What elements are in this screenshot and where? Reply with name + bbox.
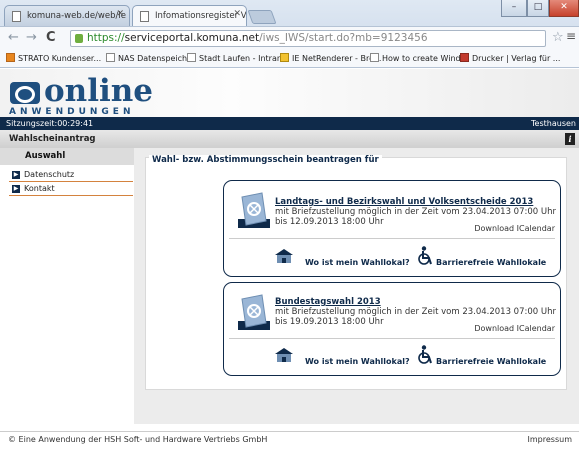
wheelchair-icon <box>418 345 432 364</box>
minimize-button[interactable]: – <box>501 0 527 17</box>
url-host: serviceportal.komuna.net <box>124 32 260 44</box>
browser-toolbar: ← → C https://serviceportal.komuna.net/i… <box>0 26 579 50</box>
tab-label: komuna-web.de/web/le <box>27 11 126 21</box>
arrow-right-icon: ▶ <box>12 171 20 179</box>
election-card: Bundestagswahl 2013 mit Briefzustellung … <box>223 282 561 376</box>
election-title-link[interactable]: Bundestagswahl 2013 <box>275 297 381 307</box>
download-icalendar-link[interactable]: Download ICalendar <box>474 224 555 233</box>
bookmark-icon <box>6 53 15 62</box>
info-icon[interactable]: i <box>565 133 575 145</box>
wahllokal-link[interactable]: Wo ist mein Wahllokal? <box>305 357 410 366</box>
wheelchair-icon <box>418 246 432 265</box>
sidebar-item-datenschutz[interactable]: ▶ Datenschutz <box>9 169 133 182</box>
section-title: Wahlscheinantrag <box>9 134 96 144</box>
arrow-right-icon: ▶ <box>12 185 20 193</box>
bookmark-item[interactable]: STRATO Kundenser... <box>6 53 101 63</box>
bookmark-item[interactable]: NAS Datenspeicher <box>106 53 195 63</box>
download-icalendar-link[interactable]: Download ICalendar <box>474 324 555 333</box>
page-icon <box>187 53 196 62</box>
barrierefreie-link[interactable]: Barrierefreie Wahllokale <box>436 357 546 366</box>
sidebar-item-auswahl[interactable]: Auswahl <box>0 148 134 165</box>
panel-title: Wahl- bzw. Abstimmungsschein beantragen … <box>149 155 382 165</box>
barrierefreie-link[interactable]: Barrierefreie Wahllokale <box>436 258 546 267</box>
back-icon[interactable]: ← <box>8 31 19 45</box>
browser-tab-1[interactable]: komuna-web.de/web/le ✕ <box>4 5 130 26</box>
sidebar-item-kontakt[interactable]: ▶ Kontakt <box>9 183 133 196</box>
ballot-box-icon <box>238 192 270 228</box>
bookmark-item[interactable]: Drucker | Verlag für ... <box>460 53 560 63</box>
main-content: Wahl- bzw. Abstimmungsschein beantragen … <box>134 148 579 424</box>
page-icon <box>140 11 149 22</box>
election-panel: Wahl- bzw. Abstimmungsschein beantragen … <box>145 155 567 390</box>
browser-chrome: komuna-web.de/web/le ✕ Infomationsregist… <box>0 0 579 68</box>
bookmark-star-icon[interactable]: ☆ <box>552 30 564 45</box>
session-bar: Sitzungszeit:00:29:41 Testhausen <box>0 117 579 130</box>
menu-icon[interactable]: ≡ <box>566 29 576 43</box>
logo-subtitle: ANWENDUNGEN <box>9 107 135 117</box>
bookmark-icon <box>460 53 469 62</box>
impressum-link[interactable]: Impressum <box>528 432 572 448</box>
bookmarks-bar: STRATO Kundenser... NAS Datenspeicher St… <box>0 50 579 68</box>
close-window-button[interactable]: ✕ <box>549 0 579 17</box>
reload-icon[interactable]: C <box>46 31 56 45</box>
election-title-link[interactable]: Landtags- und Bezirkswahl und Volksentsc… <box>275 197 533 207</box>
page-footer: © Eine Anwendung der HSH Soft- und Hardw… <box>0 431 579 447</box>
section-header: Wahlscheinantrag i <box>0 130 579 148</box>
user-name: Testhausen <box>531 119 576 128</box>
folder-icon <box>280 53 289 62</box>
forward-icon[interactable]: → <box>26 31 37 45</box>
bookmark-item[interactable]: How to create Wind... <box>370 53 468 63</box>
url-path: /iws_IWS/start.do?mb=9123456 <box>259 32 428 44</box>
close-tab-icon[interactable]: ✕ <box>116 9 124 19</box>
sidebar: Auswahl ▶ Datenschutz ▶ Kontakt <box>0 148 134 424</box>
election-card: Landtags- und Bezirkswahl und Volksentsc… <box>223 180 561 277</box>
footer-copyright: © Eine Anwendung der HSH Soft- und Hardw… <box>8 435 268 444</box>
site-header: online ANWENDUNGEN <box>0 69 579 117</box>
close-tab-icon[interactable]: ✕ <box>233 9 241 19</box>
page-icon <box>12 11 21 22</box>
address-bar[interactable]: https://serviceportal.komuna.net/iws_IWS… <box>70 30 546 47</box>
bookmark-item[interactable]: IE NetRenderer - Bro... <box>280 53 381 63</box>
card-divider <box>229 338 555 339</box>
page-icon <box>370 53 379 62</box>
house-icon <box>275 249 293 263</box>
wahllokal-link[interactable]: Wo ist mein Wahllokal? <box>305 258 410 267</box>
lock-icon <box>75 34 83 43</box>
url-scheme: https:// <box>87 32 125 44</box>
card-divider <box>229 238 555 239</box>
logo-text: online <box>44 73 154 109</box>
page-icon <box>106 53 115 62</box>
session-time: Sitzungszeit:00:29:41 <box>6 119 94 128</box>
browser-tab-2[interactable]: Infomationsregister Versio ✕ <box>132 5 247 26</box>
new-tab-button[interactable] <box>247 10 277 24</box>
house-icon <box>275 348 293 362</box>
ballot-box-icon <box>238 294 270 330</box>
maximize-button[interactable]: □ <box>527 0 549 17</box>
bookmark-item[interactable]: Stadt Laufen - Intran... <box>187 53 290 63</box>
logo-icon <box>10 82 40 104</box>
